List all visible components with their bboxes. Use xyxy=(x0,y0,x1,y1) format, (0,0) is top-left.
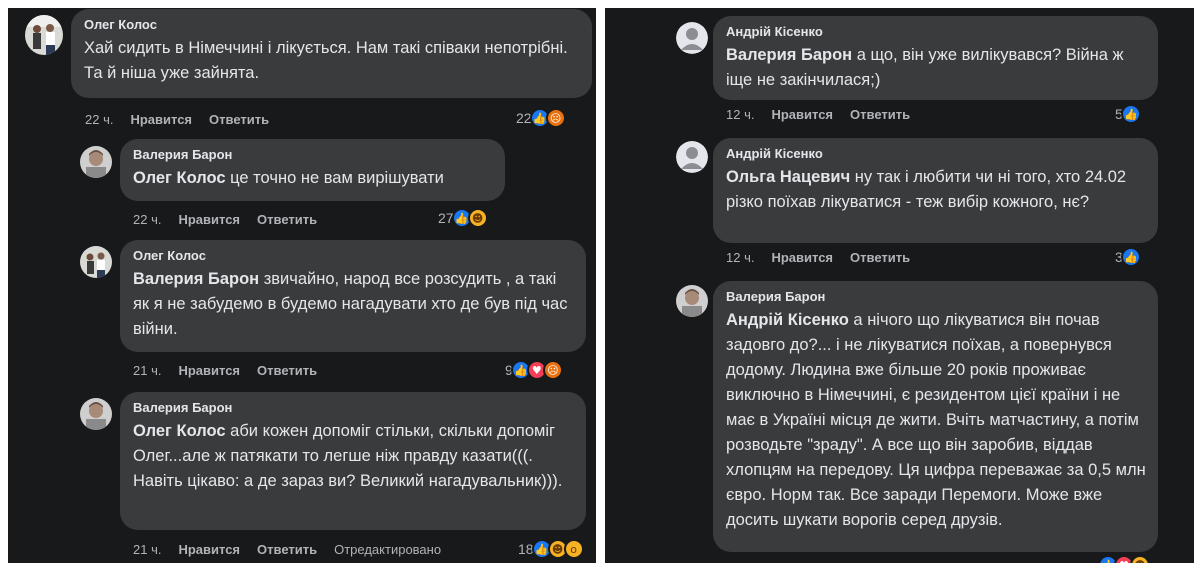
like-link[interactable]: Нравится xyxy=(771,107,833,123)
reaction-summary[interactable]: 9 👍 ♥ ☹ xyxy=(505,359,563,381)
haha-icon: ☻ xyxy=(467,208,488,228)
like-icon: 👍 xyxy=(1120,104,1141,124)
comment-bubble: Андрій Кісенко Ольга Нацевич ну так і лю… xyxy=(713,138,1158,243)
like-link[interactable]: Нравится xyxy=(178,212,240,228)
comment-time[interactable]: 22 ч. xyxy=(85,112,113,128)
comment-text: це точно не вам вирішувати xyxy=(225,169,444,187)
avatar[interactable] xyxy=(80,146,112,178)
reaction-summary[interactable]: 5 👍 xyxy=(1115,103,1141,125)
comment-actions: 21 ч. Нравится Ответить xyxy=(133,363,334,379)
reaction-summary[interactable]: 3 👍 xyxy=(1115,246,1141,268)
avatar[interactable] xyxy=(676,285,708,317)
comment-actions: 22 ч. Нравится Ответить xyxy=(133,212,334,228)
default-avatar-icon[interactable] xyxy=(676,22,708,54)
mention-link[interactable]: Валерия Барон xyxy=(726,46,852,64)
avatar[interactable] xyxy=(80,398,112,430)
like-link[interactable]: Нравится xyxy=(178,542,240,558)
reply-link[interactable]: Ответить xyxy=(257,542,317,558)
reply-link[interactable]: Ответить xyxy=(257,212,317,228)
mention-link[interactable]: Олег Колос xyxy=(133,169,226,187)
like-link[interactable]: Нравится xyxy=(771,250,833,266)
comment-actions: 12 ч. Нравится Ответить xyxy=(726,107,927,123)
comment-author[interactable]: Валерия Барон xyxy=(133,147,493,163)
comment-author[interactable]: Андрій Кісенко xyxy=(726,24,1146,40)
comment-text: Хай сидить в Німеччині і лікується. Нам … xyxy=(84,39,568,82)
left-screenshot-panel: Олег Колос Хай сидить в Німеччині і ліку… xyxy=(8,8,596,563)
default-avatar-icon[interactable] xyxy=(676,141,708,173)
comment-bubble: Андрій Кісенко Валерия Барон а що, він у… xyxy=(713,16,1158,100)
comment-author[interactable]: Андрій Кісенко xyxy=(726,146,1146,162)
comment-author[interactable]: Олег Колос xyxy=(133,248,574,264)
mention-link[interactable]: Ольга Нацевич xyxy=(726,168,850,186)
reply-link[interactable]: Ответить xyxy=(257,363,317,379)
comment-author[interactable]: Валерия Барон xyxy=(133,400,574,416)
wow-icon: o xyxy=(563,539,584,559)
avatar[interactable] xyxy=(80,246,112,278)
comment-bubble: Олег Колос Хай сидить в Німеччині і ліку… xyxy=(71,9,592,98)
comment-text: а нічого що лікуватися він почав задовго… xyxy=(726,311,1146,529)
reply-link[interactable]: Ответить xyxy=(209,112,269,128)
comment-time[interactable]: 21 ч. xyxy=(133,542,161,558)
reaction-summary[interactable]: 👍 ♥ ☻ xyxy=(1098,554,1150,563)
angry-icon: ☹ xyxy=(542,360,563,380)
comment-actions: 22 ч. Нравится Ответить xyxy=(85,112,286,128)
reaction-summary[interactable]: 22 👍 ☹ xyxy=(516,107,566,129)
reaction-summary[interactable]: 27 👍 ☻ xyxy=(438,207,488,229)
comment-time[interactable]: 12 ч. xyxy=(726,250,754,266)
haha-icon: ☻ xyxy=(1130,555,1150,563)
comment-author[interactable]: Валерия Барон xyxy=(726,289,1146,305)
reply-link[interactable]: Ответить xyxy=(850,107,910,123)
comment-author[interactable]: Олег Колос xyxy=(84,17,580,33)
comment-time[interactable]: 12 ч. xyxy=(726,107,754,123)
mention-link[interactable]: Валерия Барон xyxy=(133,270,259,288)
like-link[interactable]: Нравится xyxy=(130,112,192,128)
comment-bubble: Валерия Барон Андрій Кісенко а нічого що… xyxy=(713,281,1158,552)
avatar[interactable] xyxy=(25,15,63,55)
angry-icon: ☹ xyxy=(545,108,566,128)
comment-actions: 21 ч. Нравится Ответить Отредактировано xyxy=(133,542,458,558)
reaction-summary[interactable]: 18 👍 ☻ o xyxy=(518,538,584,560)
comment-time[interactable]: 22 ч. xyxy=(133,212,161,228)
mention-link[interactable]: Олег Колос xyxy=(133,422,226,440)
comment-bubble: Олег Колос Валерия Барон звичайно, народ… xyxy=(120,240,586,352)
like-icon: 👍 xyxy=(1120,247,1141,267)
comment-time[interactable]: 21 ч. xyxy=(133,363,161,379)
reply-link[interactable]: Ответить xyxy=(850,250,910,266)
mention-link[interactable]: Андрій Кісенко xyxy=(726,311,849,329)
like-link[interactable]: Нравится xyxy=(178,363,240,379)
comment-actions: 12 ч. Нравится Ответить xyxy=(726,250,927,266)
comment-bubble: Валерия Барон Олег Колос це точно не вам… xyxy=(120,139,505,201)
edited-label[interactable]: Отредактировано xyxy=(334,542,441,558)
right-screenshot-panel: Андрій Кісенко Валерия Барон а що, він у… xyxy=(605,8,1194,563)
comment-bubble: Валерия Барон Олег Колос аби кожен допом… xyxy=(120,392,586,530)
